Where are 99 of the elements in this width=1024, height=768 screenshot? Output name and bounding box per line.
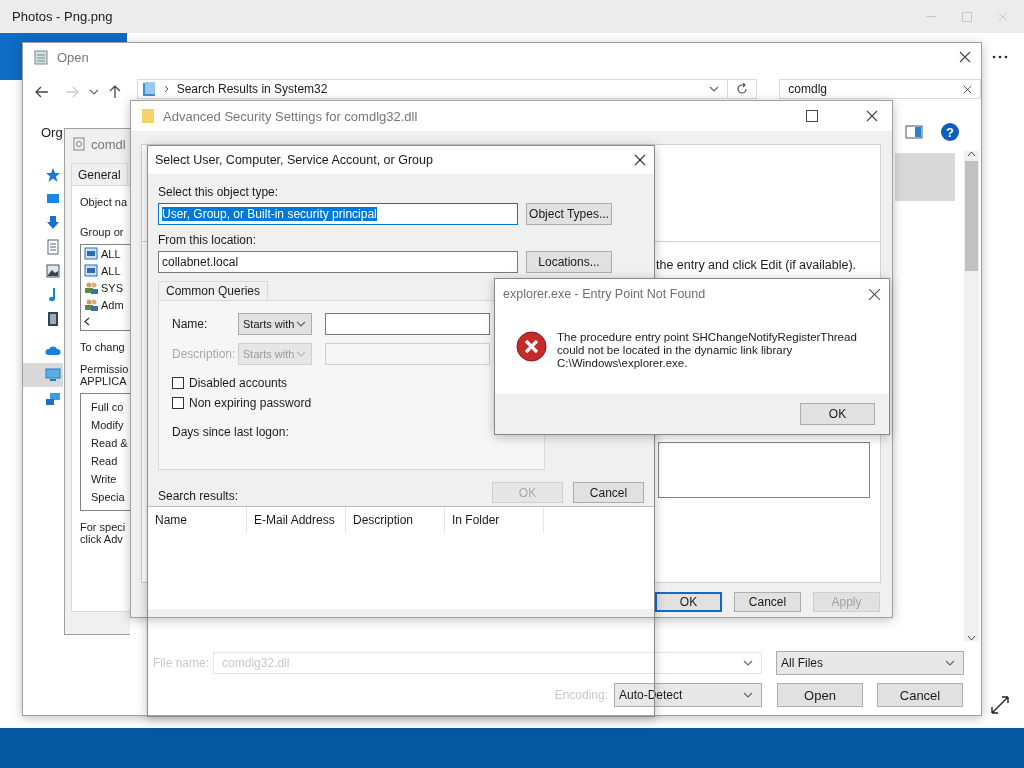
- location-label: From this location:: [158, 232, 258, 248]
- permissions-label: Permissio APPLICA: [80, 363, 130, 387]
- scroll-up-icon[interactable]: [967, 151, 976, 157]
- permission-name: Write: [91, 473, 117, 485]
- toolbar-label[interactable]: Org: [41, 124, 63, 140]
- group-name[interactable]: SYS: [101, 281, 123, 294]
- dialog-title: explorer.exe - Entry Point Not Found: [503, 287, 706, 301]
- column-header[interactable]: Name: [148, 507, 247, 533]
- group-name[interactable]: Adm: [101, 298, 124, 311]
- address-bar[interactable]: Search Results in System32: [136, 79, 758, 99]
- users-icon: [84, 281, 98, 294]
- close-icon[interactable]: [868, 287, 881, 301]
- column-header[interactable]: In Folder: [445, 507, 544, 533]
- videos-icon: [45, 311, 61, 327]
- documents-icon: [45, 239, 61, 255]
- help-icon[interactable]: ?: [941, 123, 959, 141]
- object-name-label: Object na: [80, 196, 129, 208]
- checkbox[interactable]: [172, 377, 184, 389]
- folder-icon: [141, 81, 156, 97]
- ok-button[interactable]: OK: [655, 592, 722, 612]
- object-type-label: Select this object type:: [158, 184, 280, 200]
- chevron-down-icon: [743, 660, 753, 666]
- ok-button[interactable]: OK: [800, 403, 875, 425]
- computer-icon: [45, 367, 61, 383]
- query-label: Name:: [172, 317, 209, 331]
- permission-name: Specia: [91, 491, 125, 503]
- permission-entries-list[interactable]: [658, 442, 870, 498]
- group-name[interactable]: ALL: [101, 247, 121, 260]
- users-icon: [84, 298, 98, 311]
- chevron-down-icon: [88, 89, 99, 95]
- tab[interactable]: Common Queries: [158, 281, 269, 300]
- checkbox-label[interactable]: Non expiring password: [189, 396, 312, 410]
- chevron-right-icon: [163, 85, 169, 93]
- open-button[interactable]: Open: [777, 683, 863, 707]
- package-icon: [84, 264, 98, 277]
- advanced-note: For speci click Adv: [80, 521, 127, 545]
- more-icon[interactable]: [992, 55, 1008, 59]
- group-name[interactable]: ALL: [101, 264, 121, 277]
- days-label: Days since last logon:: [172, 425, 290, 439]
- results-label: Search results:: [158, 489, 239, 503]
- column-header[interactable]: E-Mail Address: [247, 507, 346, 533]
- scroll-left-icon[interactable]: [84, 317, 90, 326]
- preview-pane-icon[interactable]: [905, 125, 923, 139]
- checkbox[interactable]: [172, 397, 184, 409]
- chevron-down-icon: [296, 321, 306, 327]
- permission-name: Full co: [91, 401, 124, 413]
- permission-name: Read: [91, 455, 118, 467]
- dialog-title: Open: [57, 49, 89, 65]
- cancel-button[interactable]: Cancel: [877, 683, 963, 707]
- change-note: To chang: [80, 341, 126, 353]
- up-arrow-icon[interactable]: [108, 85, 121, 99]
- query-label: Description:: [172, 347, 237, 361]
- resize-arrow-icon[interactable]: [990, 695, 1010, 715]
- permission-name: Read &: [91, 437, 128, 449]
- cancel-button[interactable]: Cancel: [734, 592, 801, 612]
- clear-icon[interactable]: [963, 84, 973, 94]
- close-icon[interactable]: [959, 51, 971, 63]
- group-label: Group or: [80, 226, 125, 238]
- location-field[interactable]: collabnet.local: [158, 251, 518, 273]
- pictures-icon: [45, 263, 61, 279]
- dialog-title: Select User, Computer, Service Account, or Group: [155, 153, 433, 167]
- scrollbar[interactable]: [964, 151, 979, 641]
- column-header[interactable]: Description: [346, 507, 445, 533]
- object-types-button[interactable]: Object Types...: [526, 203, 612, 225]
- tab[interactable]: General: [71, 163, 128, 185]
- folder-icon: [141, 108, 155, 124]
- query-field[interactable]: [325, 313, 490, 335]
- checkbox-label[interactable]: Disabled accounts: [189, 376, 288, 390]
- notepad-icon: [33, 49, 49, 65]
- back-arrow-icon[interactable]: [35, 86, 49, 98]
- match-dropdown[interactable]: Starts with: [238, 313, 312, 335]
- window-title: Photos - Png.png: [12, 9, 113, 24]
- package-icon: [84, 247, 98, 260]
- cancel-button[interactable]: Cancel: [573, 482, 644, 503]
- network-icon: [45, 391, 61, 407]
- locations-button[interactable]: Locations...: [526, 251, 612, 273]
- instruction-text: the entry and click Edit (if available).: [656, 258, 857, 272]
- close-icon[interactable]: [866, 110, 878, 122]
- star-icon: [45, 167, 61, 183]
- search-field[interactable]: comdlg: [779, 79, 981, 99]
- chevron-down-icon: [296, 351, 306, 357]
- error-message: The procedure entry point SHChangeNotifyRegisterThread could not be located in the dynamic link library C:\Windows\explorer.exe.: [557, 331, 857, 371]
- scrollbar-thumb[interactable]: [965, 161, 978, 271]
- encoding-dropdown[interactable]: Auto-Detect: [614, 683, 762, 707]
- file-icon: [73, 137, 85, 151]
- object-type-field[interactable]: User, Group, or Built-in security principal: [158, 203, 518, 225]
- permission-name: Modify: [91, 419, 124, 431]
- close-icon[interactable]: [634, 154, 646, 166]
- downloads-icon: [45, 215, 61, 231]
- window-title: comdl: [91, 136, 126, 152]
- chevron-down-icon: [945, 660, 955, 666]
- scroll-down-icon[interactable]: [967, 635, 976, 641]
- window-title: Advanced Security Settings for comdlg32.dll: [163, 108, 418, 124]
- chevron-down-icon: [709, 86, 720, 92]
- file-type-dropdown[interactable]: All Files: [776, 651, 964, 675]
- error-icon: [516, 331, 547, 362]
- maximize-icon[interactable]: [806, 110, 818, 122]
- refresh-icon[interactable]: [736, 83, 749, 95]
- chevron-down-icon: [743, 692, 753, 698]
